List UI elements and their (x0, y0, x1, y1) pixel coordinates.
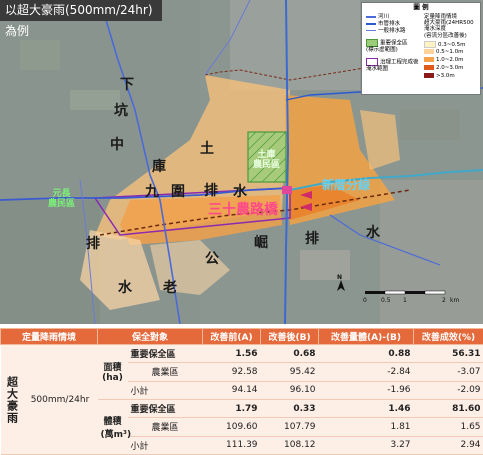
legend-depth-3: 1.0~2.0m (424, 57, 463, 63)
diff-cell: -2.84 (318, 362, 414, 382)
after-cell: 108.12 (260, 436, 319, 455)
target-cell: 農業區 (127, 417, 203, 437)
diff-cell: 3.27 (318, 436, 414, 455)
table-row: 超大豪雨 500mm/24hr 面積 (ha) 重要保全區 1.56 0.68 … (0, 344, 483, 455)
map-label-ju: 崛 (254, 235, 268, 251)
before-cell: 109.60 (202, 417, 261, 437)
legend-item-river: 河川 (366, 14, 389, 20)
rainfall-cell: 500mm/24hr (22, 344, 98, 455)
legend-item-flood-range: 治理工程完成後 淹水範圍 (366, 58, 419, 72)
before-cell: 92.58 (202, 362, 261, 382)
legend-item-protected-zone: 重要保全區 (標示虛範圍) (366, 39, 408, 53)
depth-swatch-5 (424, 73, 434, 78)
page-title: 以超大豪雨(500mm/24hr)為例 (0, 0, 162, 38)
map-label-lao: 老 (163, 280, 177, 296)
target-cell: 小計 (127, 436, 203, 455)
map-label-tu: 土 (200, 141, 214, 157)
diff-cell: 1.81 (318, 417, 414, 437)
eff-cell: 56.31 (413, 344, 483, 364)
depth-swatch-3 (424, 57, 434, 62)
depth-swatch-4 (424, 65, 434, 70)
map-label-pai3: 排 (305, 231, 319, 247)
city-drain-line-icon (366, 22, 376, 25)
map-label-yuanchang: 元長 農民區 (48, 189, 76, 209)
after-cell: 0.33 (260, 399, 319, 419)
legend-depth-2: 0.5~1.0m (424, 49, 463, 55)
bridge-marker (282, 186, 292, 194)
eff-cell: -3.07 (413, 362, 483, 382)
results-table: 定量降雨情境 保全對象 改善前(A) 改善後(B) 改善量體(A)-(B) 改善… (0, 328, 483, 455)
map-label-xia: 下 (120, 77, 134, 93)
target-cell: 小計 (127, 381, 203, 400)
scale-label-2: 2 (442, 297, 446, 304)
target-cell: 重要保全區 (127, 344, 203, 364)
header-before: 改善前(A) (202, 328, 262, 345)
map-label-gong: 公 (205, 251, 219, 267)
map-label-ku: 庫 (152, 159, 166, 175)
after-cell: 95.42 (260, 362, 319, 382)
table-header-row: 定量降雨情境 保全對象 改善前(A) 改善後(B) 改善量體(A)-(B) 改善… (0, 328, 483, 345)
eff-cell: -2.09 (413, 381, 483, 400)
header-after: 改善後(B) (260, 328, 320, 345)
header-target: 保全對象 (97, 328, 204, 345)
scale-label-0: 0 (363, 297, 367, 304)
header-diff: 改善量體(A)-(B) (318, 328, 415, 345)
map-label-zhong: 中 (110, 137, 124, 153)
eff-cell: 1.65 (413, 417, 483, 437)
map-label-shui1: 水 (233, 184, 247, 200)
flood-range-box-icon (366, 58, 378, 66)
legend-depth-1: 0.3~0.5m (424, 41, 465, 48)
before-cell: 94.14 (202, 381, 261, 400)
map-label-pai1: 排 (204, 183, 218, 199)
before-cell: 1.79 (202, 399, 261, 419)
protected-zone-box-icon (366, 39, 378, 47)
scenario-cell: 超大豪雨 (0, 344, 23, 455)
header-scenario: 定量降雨情境 (0, 328, 99, 345)
legend-depth-title: 定量降雨情境 超大豪雨(24HR500 淹水深度 (容流分區改善後) (424, 14, 474, 39)
eff-cell: 81.60 (413, 399, 483, 419)
north-label: N (337, 274, 343, 281)
diff-cell: 0.88 (318, 344, 414, 364)
map-label-wei: 圍 (171, 184, 185, 200)
map-label-tuku-town: 土庫 農民區 (253, 150, 281, 170)
map-label-xincuo: 新厝分線 (322, 178, 371, 192)
legend-depth-5: >3.0m (424, 73, 455, 79)
before-cell: 111.39 (202, 436, 261, 455)
after-cell: 107.79 (260, 417, 319, 437)
map-label-shui2: 水 (118, 280, 132, 296)
legend-item-general-drain: 一般排水路 (366, 28, 406, 34)
header-eff: 改善成效(%) (413, 328, 483, 345)
map-legend: 圖 例 河川 市管排水 一般排水路 重要保全區 (標示虛範圍) 治理工程完成後 … (361, 2, 481, 95)
map-label-sanshi-bridge: 三十農路橋 (208, 202, 278, 218)
eff-cell: 2.94 (413, 436, 483, 455)
map-label-jiu: 九 (145, 184, 159, 200)
after-cell: 0.68 (260, 344, 319, 364)
legend-depth-4: 2.0~3.0m (424, 65, 463, 71)
map-label-shui3: 水 (366, 225, 380, 241)
before-cell: 1.56 (202, 344, 261, 364)
map-label-pai2: 排 (86, 236, 100, 252)
map-label-keng: 坑 (114, 103, 128, 119)
target-cell: 重要保全區 (127, 399, 203, 419)
scale-label-mid: 0.5 (381, 297, 391, 304)
diff-cell: 1.46 (318, 399, 414, 419)
diff-cell: -1.96 (318, 381, 414, 400)
depth-swatch-1 (424, 41, 436, 48)
legend-title: 圖 例 (413, 3, 429, 11)
scale-label-unit: km (450, 297, 460, 304)
legend-item-city-drain: 市管排水 (366, 21, 400, 27)
river-line-icon (366, 15, 376, 18)
target-cell: 農業區 (127, 362, 203, 382)
depth-swatch-2 (424, 49, 434, 54)
metric-area-cell: 面積 (ha) (97, 344, 128, 400)
general-drain-line-icon (366, 30, 376, 31)
metric-volume-cell: 體積 (萬m³) (97, 399, 131, 455)
after-cell: 96.10 (260, 381, 319, 400)
scale-label-1: 1 (403, 297, 407, 304)
flood-map[interactable]: 下 坑 中 庫 土 九 圍 排 水 排 水 老 公 崛 排 水 土庫 農民區 元… (0, 0, 483, 324)
